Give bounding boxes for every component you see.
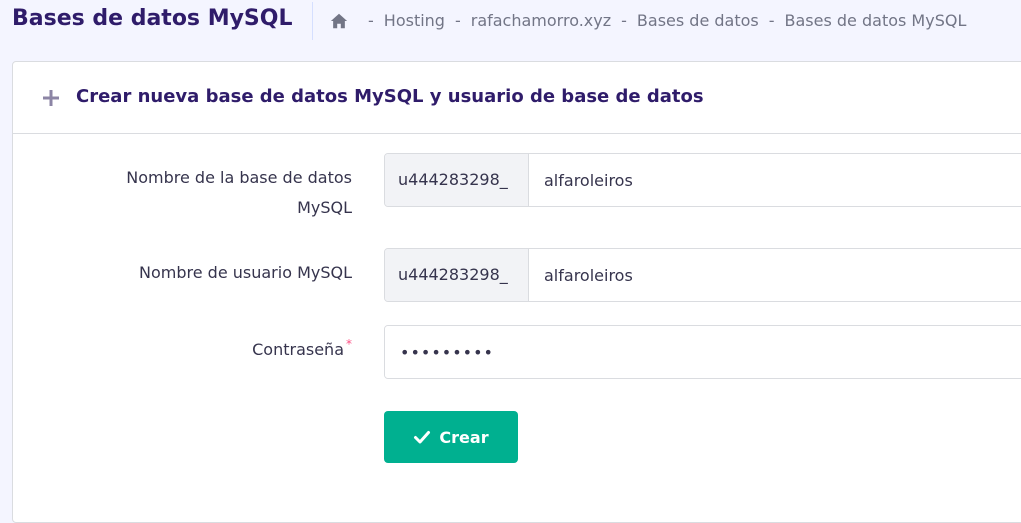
password-field-group [384,325,1021,379]
password-label-text: Contraseña [252,340,344,359]
password-input[interactable] [385,326,1021,378]
db-name-input[interactable] [529,154,1021,206]
create-button[interactable]: Crear [384,411,518,463]
db-user-label: Nombre de usuario MySQL [139,263,352,282]
db-name-label: Nombre de la base de datos MySQL [126,168,352,217]
breadcrumb-separator: - [621,11,627,30]
required-mark: * [346,337,352,351]
check-icon [413,428,431,446]
db-name-field-group: u444283298_ [384,153,1021,207]
home-icon[interactable] [330,12,348,30]
breadcrumb-hosting[interactable]: Hosting [384,11,445,30]
breadcrumb: - Hosting - rafachamorro.xyz - Bases de … [330,11,966,30]
plus-icon [42,89,60,107]
db-user-field-group: u444283298_ [384,248,1021,302]
create-database-card: Crear nueva base de datos MySQL y usuari… [12,61,1021,523]
page-title: Bases de datos MySQL [12,6,293,31]
card-title: Crear nueva base de datos MySQL y usuari… [76,86,704,107]
top-bar: Bases de datos MySQL - Hosting - rafacha… [0,0,1021,42]
breadcrumb-separator: - [454,11,461,30]
breadcrumb-current: Bases de datos MySQL [784,11,967,30]
password-label: Contraseña * [252,335,352,365]
db-name-prefix: u444283298_ [385,154,529,206]
breadcrumb-domain[interactable]: rafachamorro.xyz [471,11,611,30]
card-header[interactable]: Crear nueva base de datos MySQL y usuari… [13,62,1021,134]
breadcrumb-separator: - [368,11,374,30]
breadcrumb-separator: - [768,11,775,30]
header-divider [312,2,313,40]
db-user-prefix: u444283298_ [385,249,529,301]
breadcrumb-databases[interactable]: Bases de datos [637,11,759,30]
db-user-input[interactable] [529,249,1021,301]
create-button-label: Crear [439,427,489,447]
